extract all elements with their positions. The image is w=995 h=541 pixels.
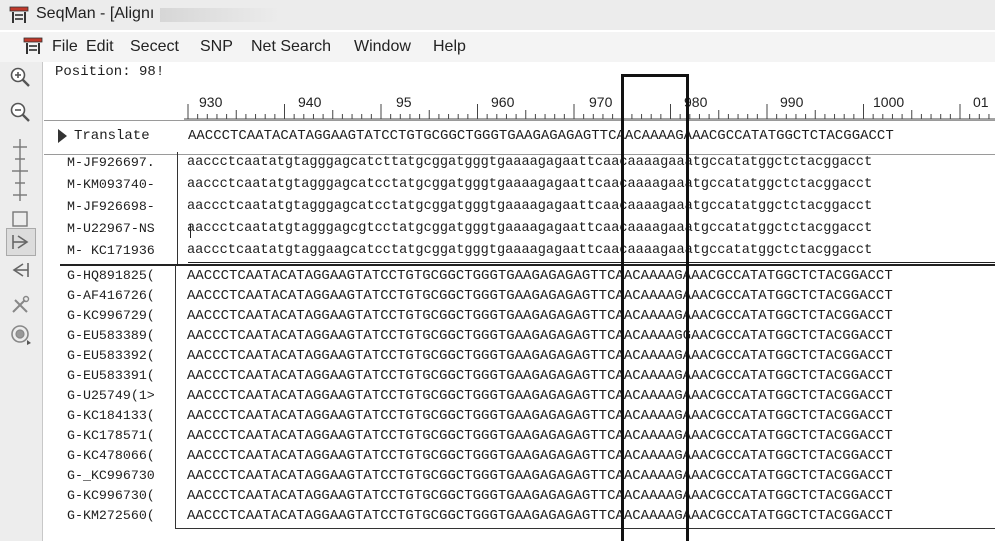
sequence-name[interactable]: G-KC178571( bbox=[67, 428, 175, 443]
sequence-row[interactable]: aaccctcaatatgtaggaagcatcctatgcggatgggtga… bbox=[187, 243, 995, 258]
text-cursor bbox=[190, 224, 191, 238]
sequence-name[interactable]: G-KC996730( bbox=[67, 488, 175, 503]
sequence-name[interactable]: G-EU583389( bbox=[67, 328, 175, 343]
sequence-row[interactable]: aaccctcaatatgtagggagcatcctatgcggatgggtga… bbox=[187, 177, 995, 192]
sequence-name[interactable]: G-_KC996730 bbox=[67, 468, 175, 483]
sequence-name[interactable]: G-EU583392( bbox=[67, 348, 175, 363]
position-readout: Position: 98! bbox=[55, 64, 165, 80]
menu-select[interactable]: Secect bbox=[130, 38, 179, 56]
sequence-name[interactable]: M-JF926697. bbox=[67, 155, 175, 170]
ruler-label-940: 940 bbox=[298, 94, 322, 110]
target-button[interactable] bbox=[6, 321, 34, 347]
sequence-row[interactable]: AACCCTCAATACATAGGAAGTATCCTGTGCGGCTGGGTGA… bbox=[187, 448, 995, 464]
dna-structure-icon bbox=[12, 139, 28, 201]
sequence-row[interactable]: aaccctcaatatgtagggagcgtcctatgcggatgggtga… bbox=[187, 221, 995, 236]
row-underline bbox=[188, 262, 995, 263]
consensus-sequence: AACCCTCAATACATAGGAAGTATCCTGTGCGGCTGGGTGA… bbox=[188, 128, 894, 144]
seqman-app-icon bbox=[9, 6, 29, 23]
back-button[interactable] bbox=[6, 257, 34, 283]
sequence-row[interactable]: AACCCTCAATACATAGGAAGTATCCTGTGCGGCTGGGTGA… bbox=[187, 288, 995, 304]
sequence-row[interactable]: AACCCTCAATACATAGGAAGTATCCTGTGCGGCTGGGTGA… bbox=[187, 488, 995, 504]
sequence-name[interactable]: G-EU583391( bbox=[67, 368, 175, 383]
sequence-row[interactable]: AACCCTCAATACATAGGAAGTATCCTGTGCGGCTGGGTGA… bbox=[187, 508, 995, 524]
ruler-label-1000: 1000 bbox=[873, 94, 905, 110]
sequence-row[interactable]: AACCCTCAATACATAGGAAGTATCCTGTGCGGCTGGGTGA… bbox=[187, 408, 995, 424]
ruler-label-990: 990 bbox=[780, 94, 804, 110]
sequence-name[interactable]: G-KM272560( bbox=[67, 508, 175, 523]
target-icon bbox=[11, 325, 31, 345]
sequence-row[interactable]: AACCCTCAATACATAGGAAGTATCCTGTGCGGCTGGGTGA… bbox=[187, 348, 995, 364]
sequence-name[interactable]: M-KM093740- bbox=[67, 177, 175, 192]
ruler-label-930: 930 bbox=[199, 94, 223, 110]
menu-help[interactable]: Help bbox=[433, 38, 466, 56]
sequence-row[interactable]: aaccctcaatatgtagggagcatcctatgcggatgggtga… bbox=[187, 199, 995, 214]
zoom-out-icon bbox=[10, 102, 30, 122]
translate-label: Translate bbox=[74, 128, 150, 144]
sequence-row[interactable]: AACCCTCAATACATAGGAAGTATCCTGTGCGGCTGGGTGA… bbox=[187, 328, 995, 344]
zoom-in-button[interactable] bbox=[6, 64, 34, 90]
document-icon[interactable] bbox=[23, 37, 43, 55]
sequence-name[interactable]: G-KC996729( bbox=[67, 308, 175, 323]
sequence-name[interactable]: M- KC171936 bbox=[67, 243, 175, 258]
forward-arrow-icon bbox=[12, 235, 29, 249]
menu-net-search[interactable]: Net Search bbox=[251, 38, 331, 56]
sequence-row[interactable]: aaccctcaatatgtagggagcatcttatgcggatgggtga… bbox=[187, 155, 995, 170]
expand-triangle-icon[interactable] bbox=[58, 129, 67, 143]
menu-edit[interactable]: Edit bbox=[86, 38, 114, 56]
ruler-label-960: 960 bbox=[491, 94, 515, 110]
ruler-label-950: 95 bbox=[396, 94, 412, 110]
select-icon bbox=[12, 211, 28, 227]
sequence-row[interactable]: AACCCTCAATACATAGGAAGTATCCTGTGCGGCTGGGTGA… bbox=[187, 368, 995, 384]
ruler-label-1010: 01 bbox=[973, 94, 989, 110]
sequence-name[interactable]: G-HQ891825( bbox=[67, 268, 175, 283]
ruler-label-970: 970 bbox=[589, 94, 613, 110]
window-title: SeqMan - [Alignı bbox=[36, 5, 155, 22]
zoom-in-icon bbox=[10, 67, 30, 87]
sequence-row[interactable]: AACCCTCAATACATAGGAAGTATCCTGTGCGGCTGGGTGA… bbox=[187, 308, 995, 324]
zoom-out-button[interactable] bbox=[6, 99, 34, 125]
tools-button[interactable] bbox=[6, 292, 34, 318]
ruler-label-980: 980 bbox=[684, 94, 708, 110]
title-blur bbox=[160, 8, 280, 22]
sequence-name[interactable]: G-KC184133( bbox=[67, 408, 175, 423]
sequence-name[interactable]: G-U25749(1> bbox=[67, 388, 175, 403]
structure-button[interactable] bbox=[6, 135, 34, 205]
sequence-name[interactable]: M-JF926698- bbox=[67, 199, 175, 214]
sequence-row[interactable]: AACCCTCAATACATAGGAAGTATCCTGTGCGGCTGGGTGA… bbox=[187, 388, 995, 404]
sequence-row[interactable]: AACCCTCAATACATAGGAAGTATCCTGTGCGGCTGGGTGA… bbox=[187, 468, 995, 484]
menu-snp[interactable]: SNP bbox=[200, 38, 233, 56]
tools-icon bbox=[12, 295, 30, 313]
sequence-name[interactable]: M-U22967-NS bbox=[67, 221, 175, 236]
menu-file[interactable]: File bbox=[52, 38, 78, 56]
sequence-row[interactable]: AACCCTCAATACATAGGAAGTATCCTGTGCGGCTGGGTGA… bbox=[187, 428, 995, 444]
sequence-name[interactable]: G-KC478066( bbox=[67, 448, 175, 463]
back-arrow-icon bbox=[12, 263, 29, 277]
position-ruler bbox=[44, 88, 995, 120]
menu-window[interactable]: Window bbox=[354, 38, 411, 56]
forward-button[interactable] bbox=[6, 228, 36, 256]
sequence-name[interactable]: G-AF416726( bbox=[67, 288, 175, 303]
sequence-row[interactable]: AACCCTCAATACATAGGAAGTATCCTGTGCGGCTGGGTGA… bbox=[187, 268, 995, 284]
ruler-ticks bbox=[184, 104, 995, 120]
